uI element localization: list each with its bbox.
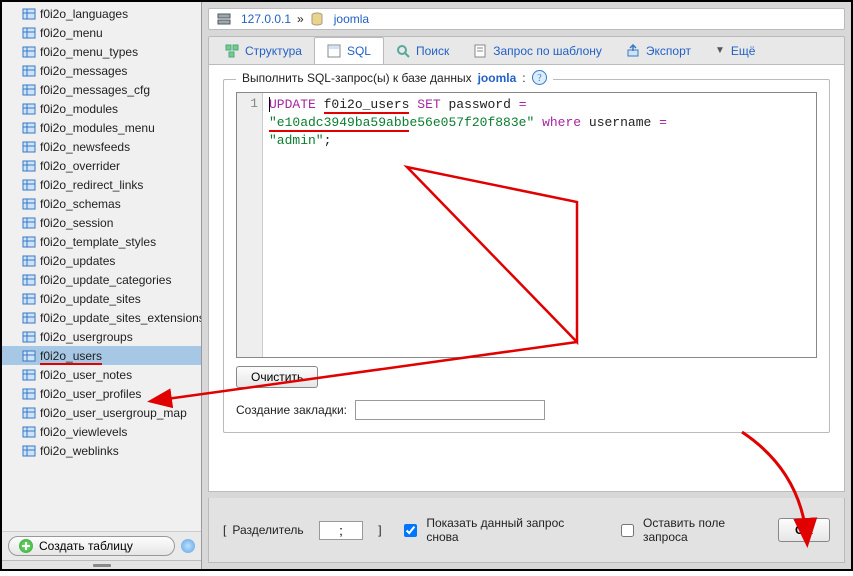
sidebar-item-table[interactable]: f0i2o_languages (2, 4, 201, 23)
table-icon (22, 349, 36, 363)
table-list: f0i2o_languagesf0i2o_menuf0i2o_menu_type… (2, 2, 201, 531)
sidebar-item-table[interactable]: f0i2o_session (2, 213, 201, 232)
sql-fieldset: Выполнить SQL-запрос(ы) к базе данных jo… (223, 79, 830, 433)
show-again-label: Показать данный запрос снова (426, 516, 598, 544)
table-icon (22, 330, 36, 344)
structure-icon (225, 44, 239, 58)
sidebar-item-table[interactable]: f0i2o_modules_menu (2, 118, 201, 137)
sidebar-item-table[interactable]: f0i2o_user_notes (2, 365, 201, 384)
sidebar: f0i2o_languagesf0i2o_menuf0i2o_menu_type… (2, 2, 202, 569)
server-icon (217, 12, 231, 26)
table-icon (22, 444, 36, 458)
sidebar-item-table[interactable]: f0i2o_menu (2, 23, 201, 42)
tab-search[interactable]: Поиск (384, 37, 461, 64)
tab-structure[interactable]: Структура (213, 37, 314, 64)
separator-label: Разделитель (232, 523, 303, 537)
tab-export[interactable]: Экспорт (614, 37, 703, 64)
table-icon (22, 387, 36, 401)
table-icon (22, 368, 36, 382)
sidebar-item-table[interactable]: f0i2o_menu_types (2, 42, 201, 61)
bookmark-input[interactable] (355, 400, 545, 420)
sidebar-item-table[interactable]: f0i2o_overrider (2, 156, 201, 175)
refresh-icon[interactable] (181, 539, 195, 553)
splitter-horizontal[interactable] (2, 560, 201, 569)
table-icon (22, 102, 36, 116)
sql-icon (327, 44, 341, 58)
sql-legend: Выполнить SQL-запрос(ы) к базе данных jo… (236, 70, 553, 85)
table-icon (22, 45, 36, 59)
table-icon (22, 311, 36, 325)
template-icon (473, 44, 487, 58)
chevron-down-icon: ▼ (715, 45, 725, 56)
tab-more[interactable]: ▼ Ещё (703, 37, 767, 64)
sidebar-item-table[interactable]: f0i2o_update_sites (2, 289, 201, 308)
clear-button[interactable]: Очистить (236, 366, 318, 388)
table-icon (22, 254, 36, 268)
sidebar-item-table[interactable]: f0i2o_users (2, 346, 201, 365)
sidebar-item-table[interactable]: f0i2o_modules (2, 99, 201, 118)
sidebar-item-table[interactable]: f0i2o_newsfeeds (2, 137, 201, 156)
sql-footer: [ Разделитель ] Показать данный запрос с… (208, 498, 845, 563)
create-table-button[interactable]: Создать таблицу (8, 536, 175, 556)
ok-button[interactable]: OK (778, 518, 830, 542)
sidebar-item-table[interactable]: f0i2o_update_categories (2, 270, 201, 289)
sidebar-item-table[interactable]: f0i2o_viewlevels (2, 422, 201, 441)
sidebar-item-table[interactable]: f0i2o_messages_cfg (2, 80, 201, 99)
table-icon (22, 197, 36, 211)
sidebar-item-table[interactable]: f0i2o_schemas (2, 194, 201, 213)
table-icon (22, 26, 36, 40)
table-icon (22, 7, 36, 21)
table-icon (22, 159, 36, 173)
table-icon (22, 216, 36, 230)
breadcrumb-host[interactable]: 127.0.0.1 (241, 12, 291, 26)
create-table-label: Создать таблицу (39, 539, 133, 553)
keep-field-label: Оставить поле запроса (643, 516, 772, 544)
tabs: Структура SQL Поиск Запрос по шаблону Эк… (208, 36, 845, 64)
table-icon (22, 273, 36, 287)
sidebar-item-table[interactable]: f0i2o_usergroups (2, 327, 201, 346)
table-icon (22, 121, 36, 135)
breadcrumb: 127.0.0.1 » joomla (208, 8, 845, 30)
keep-field-checkbox[interactable] (621, 524, 634, 537)
tab-query-template[interactable]: Запрос по шаблону (461, 37, 614, 64)
help-icon[interactable]: ? (532, 70, 547, 85)
database-icon (310, 12, 324, 26)
table-icon (22, 425, 36, 439)
sql-editor[interactable]: 1 UPDATE f0i2o_users SET password = "e10… (236, 92, 817, 358)
main-panel: 127.0.0.1 » joomla Структура SQL Поиск (202, 2, 851, 569)
table-icon (22, 140, 36, 154)
sidebar-item-table[interactable]: f0i2o_user_usergroup_map (2, 403, 201, 422)
sidebar-item-table[interactable]: f0i2o_weblinks (2, 441, 201, 460)
table-icon (22, 292, 36, 306)
sidebar-item-table[interactable]: f0i2o_redirect_links (2, 175, 201, 194)
table-icon (22, 406, 36, 420)
sidebar-item-table[interactable]: f0i2o_user_profiles (2, 384, 201, 403)
sidebar-item-table[interactable]: f0i2o_template_styles (2, 232, 201, 251)
plus-icon (19, 539, 33, 553)
sidebar-item-table[interactable]: f0i2o_messages (2, 61, 201, 80)
table-icon (22, 178, 36, 192)
sidebar-item-table[interactable]: f0i2o_update_sites_extensions (2, 308, 201, 327)
sidebar-item-table[interactable]: f0i2o_updates (2, 251, 201, 270)
separator-input[interactable] (319, 521, 363, 540)
export-icon (626, 44, 640, 58)
breadcrumb-db[interactable]: joomla (334, 12, 369, 26)
table-icon (22, 235, 36, 249)
sql-tab-body: Выполнить SQL-запрос(ы) к базе данных jo… (208, 64, 845, 492)
show-again-checkbox[interactable] (404, 524, 417, 537)
bookmark-label: Создание закладки: (236, 403, 347, 417)
table-icon (22, 64, 36, 78)
svg-text:?: ? (537, 73, 542, 84)
table-icon (22, 83, 36, 97)
tab-sql[interactable]: SQL (314, 37, 384, 65)
search-icon (396, 44, 410, 58)
